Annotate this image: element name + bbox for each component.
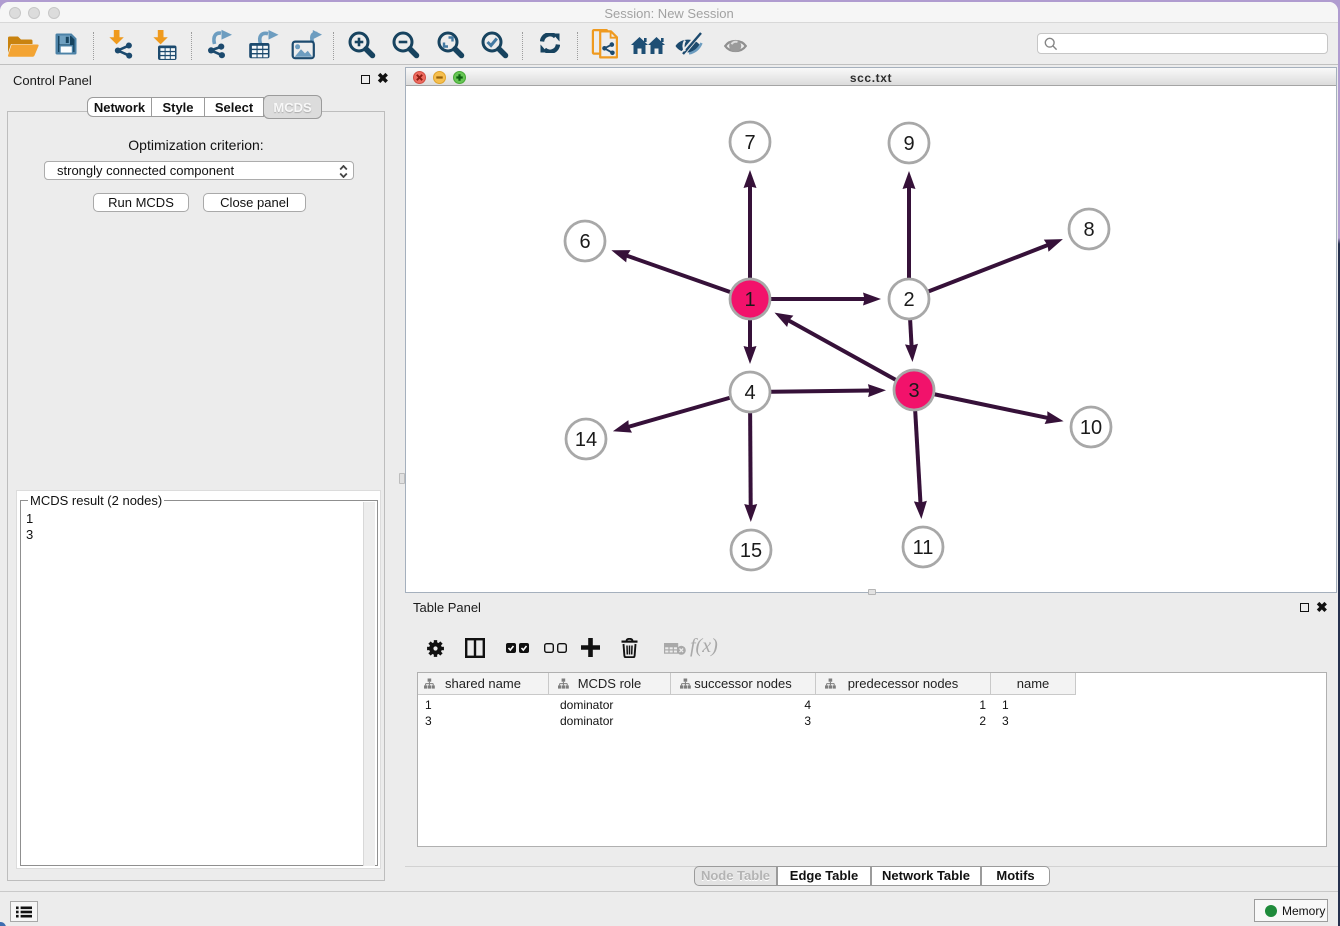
svg-text:8: 8 xyxy=(1083,219,1094,241)
svg-text:9: 9 xyxy=(903,133,914,155)
svg-text:6: 6 xyxy=(579,231,590,253)
svg-text:15: 15 xyxy=(740,540,762,562)
svg-text:2: 2 xyxy=(903,289,914,311)
svg-text:11: 11 xyxy=(913,537,934,559)
svg-text:10: 10 xyxy=(1080,417,1102,439)
svg-text:1: 1 xyxy=(744,289,755,311)
svg-text:4: 4 xyxy=(744,382,755,404)
svg-text:7: 7 xyxy=(744,132,755,154)
svg-text:14: 14 xyxy=(575,429,597,451)
svg-text:3: 3 xyxy=(908,380,919,402)
